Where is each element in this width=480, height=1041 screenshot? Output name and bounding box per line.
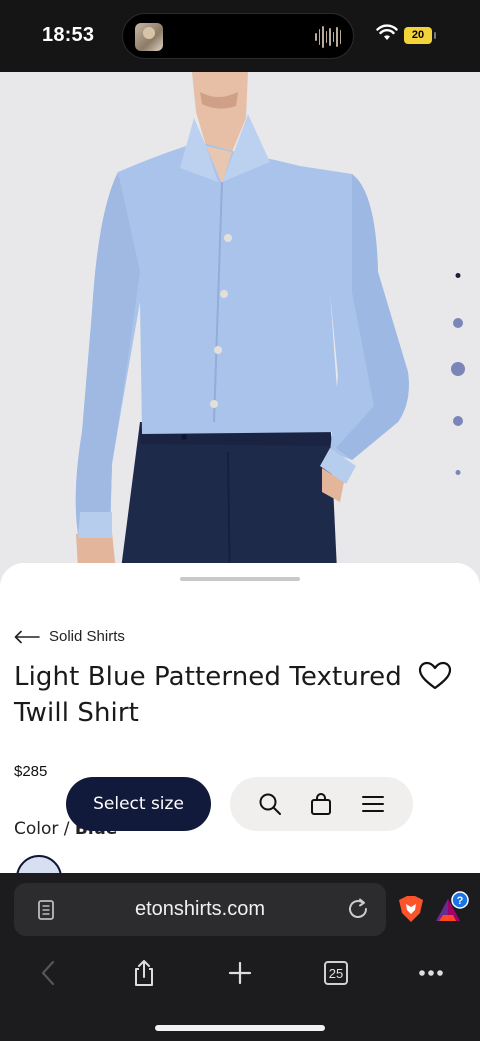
- tabs-button[interactable]: 25: [320, 957, 352, 989]
- product-price: $285: [14, 763, 48, 780]
- rewards-icon[interactable]: ?: [434, 891, 470, 925]
- reload-icon[interactable]: [346, 897, 370, 921]
- tab-count: 25: [324, 961, 348, 985]
- pagination-dot-active[interactable]: [451, 362, 465, 376]
- url-text: etonshirts.com: [134, 898, 266, 920]
- nav-row: 25: [0, 953, 480, 993]
- shirt-model-photo: [75, 72, 409, 592]
- select-size-button[interactable]: Select size: [66, 777, 211, 831]
- pagination-dot[interactable]: [453, 416, 463, 426]
- more-icon: [419, 970, 443, 976]
- toolbar-pill: [230, 777, 413, 831]
- now-playing-artwork: [135, 23, 163, 51]
- sheet-grabber[interactable]: [180, 577, 300, 581]
- pagination-dot[interactable]: [455, 470, 461, 475]
- dynamic-island[interactable]: [122, 13, 354, 59]
- rewards-badge: ?: [457, 895, 464, 907]
- wifi-icon: [376, 24, 398, 40]
- search-icon[interactable]: [256, 790, 284, 818]
- heart-icon[interactable]: [418, 661, 452, 691]
- color-label-prefix: Color /: [14, 819, 75, 839]
- pagination-dot[interactable]: [455, 273, 461, 278]
- arrow-left-icon: [14, 630, 40, 643]
- more-button[interactable]: [415, 957, 447, 989]
- share-icon: [135, 960, 153, 986]
- back-button[interactable]: [32, 957, 64, 989]
- share-button[interactable]: [128, 957, 160, 989]
- chevron-left-icon: [41, 960, 55, 986]
- product-image[interactable]: [0, 72, 480, 592]
- product-title: Light Blue Patterned Textured Twill Shir…: [14, 662, 402, 728]
- address-bar[interactable]: etonshirts.com: [14, 883, 386, 936]
- breadcrumb[interactable]: Solid Shirts: [14, 628, 125, 645]
- browser-toolbar: etonshirts.com ? 25: [0, 873, 480, 1041]
- product-sheet: Solid Shirts Light Blue Patterned Textur…: [0, 563, 480, 901]
- battery-indicator: 20: [404, 27, 436, 44]
- plus-icon: [228, 961, 252, 985]
- breadcrumb-label: Solid Shirts: [49, 628, 125, 645]
- status-bar: 18:53 20: [0, 0, 480, 72]
- home-indicator[interactable]: [155, 1025, 325, 1031]
- clock: 18:53: [42, 24, 95, 46]
- audio-waveform-icon: [315, 26, 341, 48]
- new-tab-button[interactable]: [224, 957, 256, 989]
- brave-shield-icon[interactable]: [398, 895, 424, 923]
- pagination-dot[interactable]: [453, 318, 463, 328]
- shopping-bag-icon[interactable]: [307, 790, 335, 818]
- hamburger-menu-icon[interactable]: [359, 790, 387, 818]
